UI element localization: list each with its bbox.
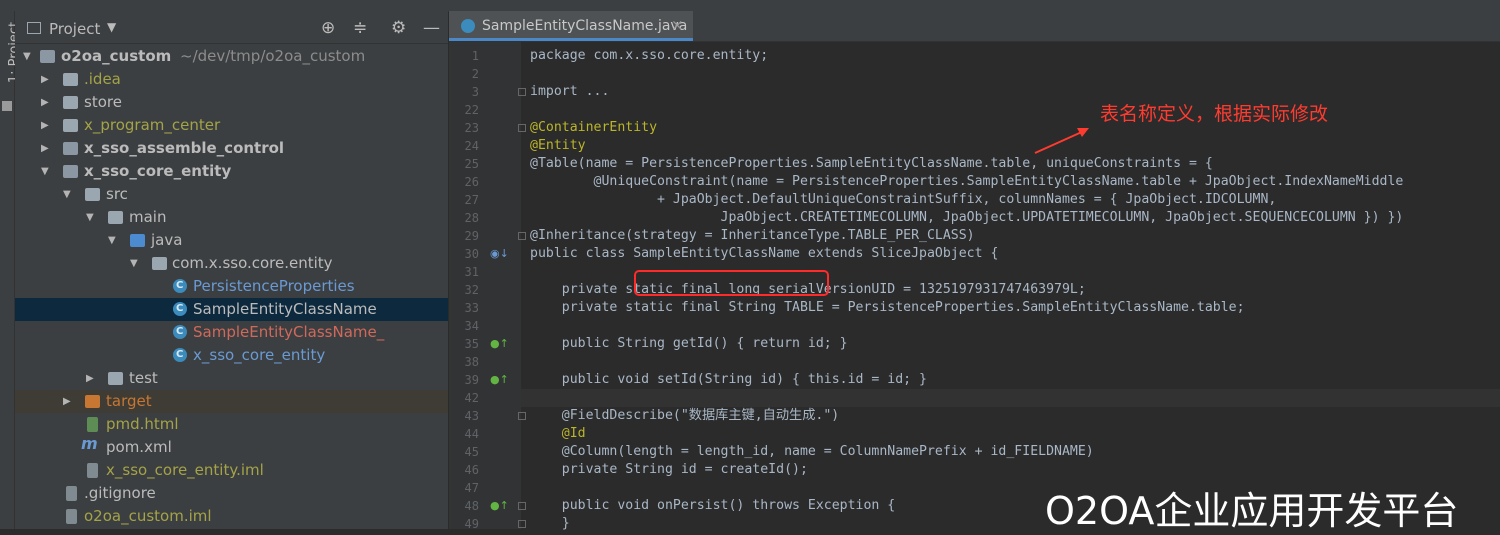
collapsed-arrow-icon[interactable]: ▶ (41, 91, 49, 114)
expanded-arrow-icon[interactable]: ▼ (23, 45, 31, 68)
tree-item-label: src (106, 185, 128, 203)
ignore-file-icon (66, 486, 77, 501)
project-panel-title[interactable]: Project (49, 20, 100, 38)
tree-item-label: pmd.html (106, 415, 179, 433)
module-folder-icon (63, 165, 78, 178)
collapsed-arrow-icon[interactable]: ▶ (63, 390, 71, 413)
annotation-text: 表名称定义，根据实际修改 (1100, 103, 1329, 125)
collapsed-arrow-icon[interactable]: ▶ (86, 367, 94, 390)
project-icon (27, 22, 41, 34)
project-path: ~/dev/tmp/o2oa_custom (180, 47, 366, 65)
tree-item-x-sso-core-entity-class[interactable]: x_sso_core_entity (15, 343, 448, 367)
source-folder-icon (130, 234, 145, 247)
tree-item-x-program-center[interactable]: ▶ x_program_center (15, 114, 448, 137)
folder-icon (85, 188, 100, 201)
tree-item-label: x_sso_core_entity (84, 162, 232, 180)
class-icon (173, 343, 187, 366)
expanded-arrow-icon[interactable]: ▼ (41, 160, 49, 183)
structure-icon[interactable] (2, 101, 12, 111)
expanded-arrow-icon[interactable]: ▼ (108, 229, 116, 252)
tree-item-iml[interactable]: x_sso_core_entity.iml (15, 459, 448, 482)
tree-item-test[interactable]: ▶ test (15, 367, 448, 390)
tree-item-persistence-properties[interactable]: PersistenceProperties (15, 274, 448, 298)
tree-item-package[interactable]: ▼ com.x.sso.core.entity (15, 252, 448, 275)
tree-item-idea[interactable]: ▶ .idea (15, 68, 448, 91)
tree-item-main[interactable]: ▼ main (15, 206, 448, 229)
module-folder-icon (40, 50, 55, 63)
tree-item-label: PersistenceProperties (193, 277, 355, 295)
locate-icon[interactable]: ⊕ (321, 18, 335, 38)
tree-item-target[interactable]: ▶ target (15, 390, 448, 413)
class-icon (173, 320, 187, 343)
tree-item-o2oa-custom[interactable]: ▼ o2oa_custom ~/dev/tmp/o2oa_custom (15, 45, 448, 68)
tree-item-x-sso-core-entity[interactable]: ▼ x_sso_core_entity (15, 160, 448, 183)
class-icon (173, 274, 187, 297)
html-file-icon (87, 417, 98, 432)
tree-item-label: o2oa_custom (61, 47, 172, 65)
collapsed-arrow-icon[interactable]: ▶ (41, 68, 49, 91)
collapsed-arrow-icon[interactable]: ▶ (41, 137, 49, 160)
tree-item-label: SampleEntityClassName_ (193, 323, 385, 341)
excluded-folder-icon (85, 395, 100, 408)
tree-item-label: .gitignore (84, 484, 156, 502)
tree-item-label: x_sso_core_entity.iml (106, 461, 264, 479)
collapse-all-icon[interactable]: ≑ (353, 18, 367, 38)
tree-item-label: java (151, 231, 183, 249)
left-tool-window-strip: 1: Project (0, 11, 22, 529)
tree-item-store[interactable]: ▶ store (15, 91, 448, 114)
project-panel-header: Project ▼ ⊕ ≑ ⚙ — (15, 11, 448, 44)
expanded-arrow-icon[interactable]: ▼ (130, 252, 138, 275)
chevron-down-icon[interactable]: ▼ (107, 20, 116, 34)
tree-item-sample-entity-class-name-meta[interactable]: SampleEntityClassName_ (15, 320, 448, 344)
folder-icon (108, 372, 123, 385)
tree-item-src[interactable]: ▼ src (15, 183, 448, 206)
project-panel: Project ▼ ⊕ ≑ ⚙ — ▼ o2oa_custom ~/dev/tm… (15, 11, 448, 529)
tree-item-pom-xml[interactable]: m pom.xml (15, 434, 448, 459)
tree-item-sample-entity-class-name[interactable]: SampleEntityClassName (15, 297, 448, 321)
tree-item-x-sso-assemble-control[interactable]: ▶ x_sso_assemble_control (15, 137, 448, 160)
folder-icon (63, 73, 78, 86)
tree-item-gitignore[interactable]: .gitignore (15, 482, 448, 505)
tree-item-label: o2oa_custom.iml (84, 507, 212, 525)
tree-item-o2oa-custom-iml[interactable]: o2oa_custom.iml (15, 505, 448, 528)
tree-item-label: pom.xml (106, 438, 172, 456)
tree-item-label: x_sso_assemble_control (84, 139, 285, 157)
tree-item-label: x_program_center (84, 116, 221, 134)
tree-item-pmd-html[interactable]: pmd.html (15, 413, 448, 436)
tree-item-label: test (129, 369, 158, 387)
tree-item-label: SampleEntityClassName (193, 300, 377, 318)
folder-icon (63, 119, 78, 132)
tree-item-label: store (84, 93, 122, 111)
tree-item-java[interactable]: ▼ java (15, 229, 448, 252)
expanded-arrow-icon[interactable]: ▼ (63, 183, 71, 206)
module-folder-icon (63, 142, 78, 155)
gear-icon[interactable]: ⚙ (391, 18, 406, 38)
expanded-arrow-icon[interactable]: ▼ (86, 206, 94, 229)
folder-icon (108, 211, 123, 224)
package-icon (152, 257, 167, 270)
hide-panel-icon[interactable]: — (423, 18, 440, 38)
tree-item-label: .idea (84, 70, 121, 88)
module-file-icon (66, 509, 77, 524)
folder-icon (63, 96, 78, 109)
collapsed-arrow-icon[interactable]: ▶ (41, 114, 49, 137)
watermark: O2OA企业应用开发平台 (1045, 489, 1459, 533)
annotation-arrow-icon (1034, 128, 1089, 154)
code-editor[interactable]: SampleEntityClassName.java × 1 2 3 22 23… (449, 11, 1500, 531)
tree-item-label: main (129, 208, 167, 226)
tree-item-label: target (106, 392, 152, 410)
tree-item-label: com.x.sso.core.entity (172, 254, 333, 272)
tree-item-label: x_sso_core_entity (193, 346, 326, 364)
maven-icon: m (81, 434, 98, 453)
module-file-icon (87, 463, 98, 478)
class-icon (173, 297, 187, 320)
